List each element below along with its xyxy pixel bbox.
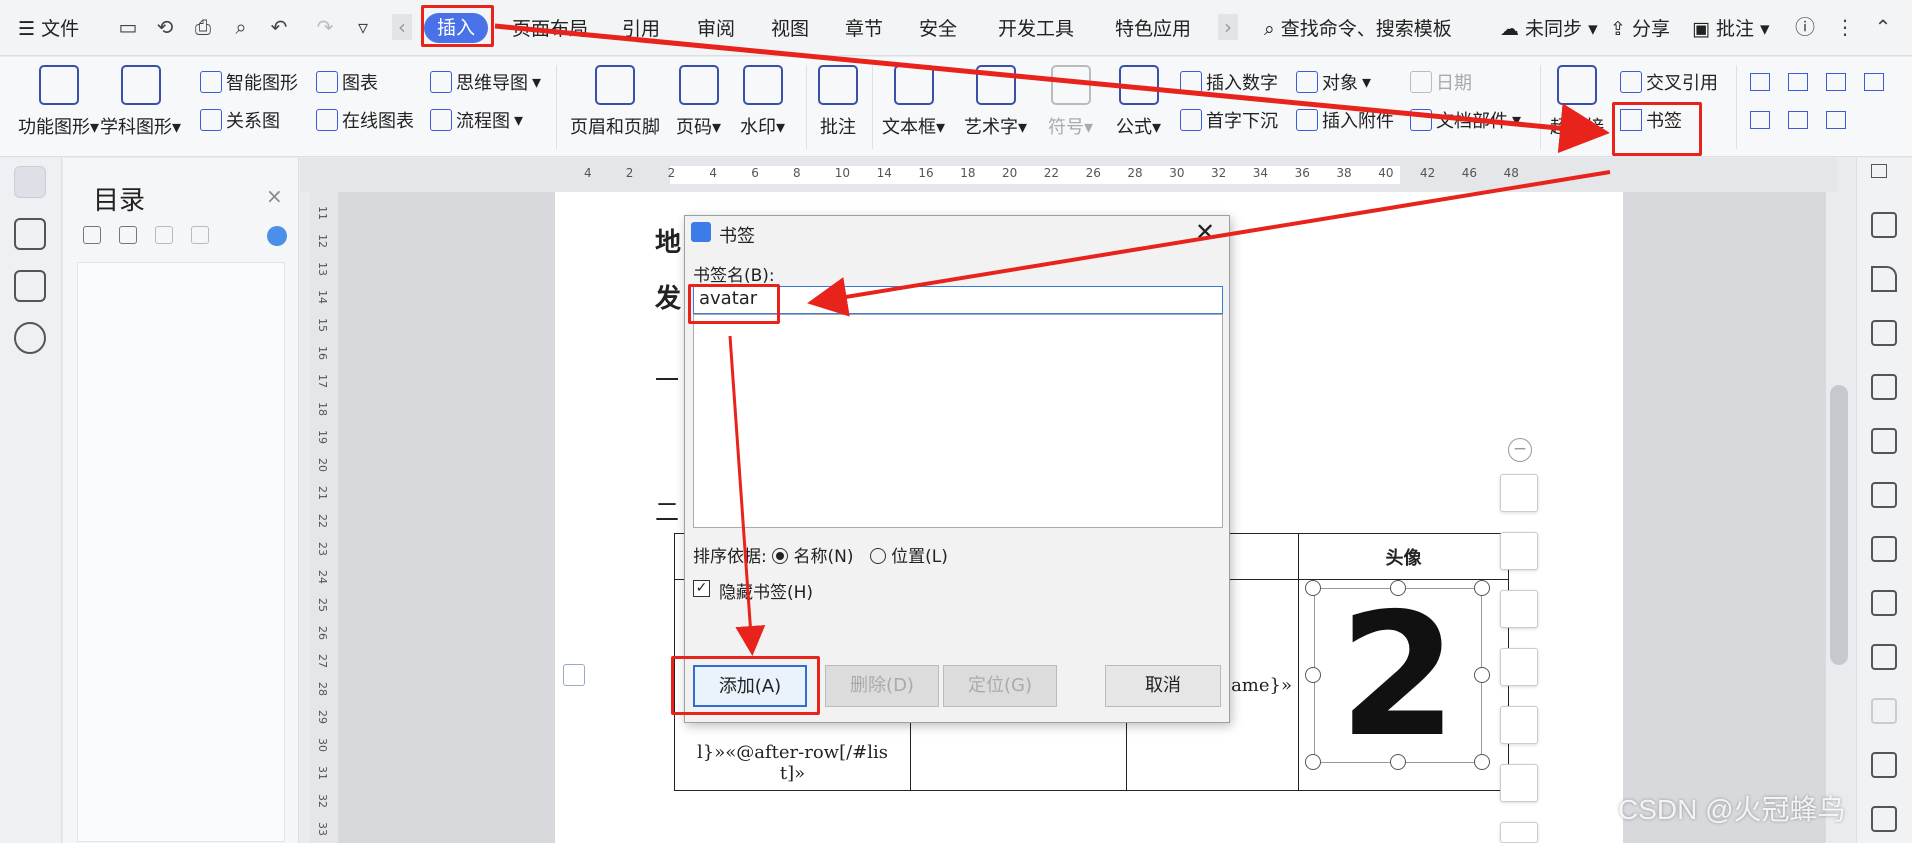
watermark-text: CSDN @火冠蜂鸟	[1618, 794, 1846, 825]
annotation-arrows	[494, 23, 1611, 656]
